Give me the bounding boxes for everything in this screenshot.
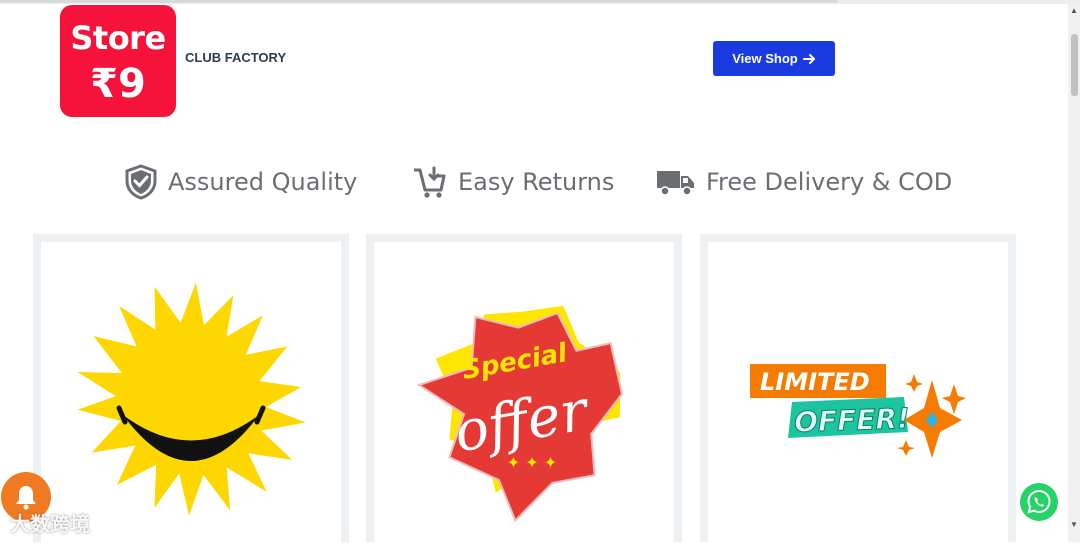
sparkle-icon: ✦ ✦ ✦ [507,453,557,472]
delivery-truck-icon [657,171,694,196]
feature-assured-quality: Assured Quality [124,163,357,201]
view-shop-label: View Shop [732,51,798,66]
smiling-sun-icon [77,282,306,516]
scroll-down-arrow-icon[interactable]: ▼ [1070,520,1078,529]
logo-text-store: Store [70,19,166,57]
limited-offer-sticker: LIMITED OFFER! [750,364,966,458]
whatsapp-chat-button[interactable] [1020,483,1058,521]
scroll-up-arrow-icon[interactable]: ▲ [1070,6,1078,15]
feature-label: Free Delivery & COD [706,168,953,196]
store-logo[interactable]: Store ₹9 [60,5,176,117]
whatsapp-icon [1027,489,1051,514]
watermark-text: 大数跨境 [10,512,90,536]
brand-name: CLUB FACTORY [185,50,287,65]
top-border [0,0,1080,4]
scrollbar-thumb[interactable] [1071,34,1078,96]
page-scrollbar[interactable]: ▲ ▼ [1068,4,1080,542]
special-offer-badge: Special offer ✦ ✦ ✦ [416,305,624,523]
sticker-text-limited: LIMITED [760,368,870,396]
sticker-text-offer: OFFER! [794,402,911,439]
product-card[interactable]: Special offer ✦ ✦ ✦ [366,234,682,542]
logo-text-price: ₹9 [90,61,146,107]
bell-icon [16,486,36,510]
feature-free-delivery: Free Delivery & COD [656,163,952,201]
feature-label: Assured Quality [168,168,358,196]
feature-label: Easy Returns [458,168,615,196]
view-shop-button[interactable]: View Shop [713,41,835,76]
product-card[interactable]: LIMITED OFFER! [700,234,1016,542]
cart-return-icon [414,166,446,198]
shield-check-icon [125,164,157,200]
arrow-right-icon [802,53,815,64]
product-card[interactable] [33,234,349,542]
feature-easy-returns: Easy Returns [412,163,614,201]
